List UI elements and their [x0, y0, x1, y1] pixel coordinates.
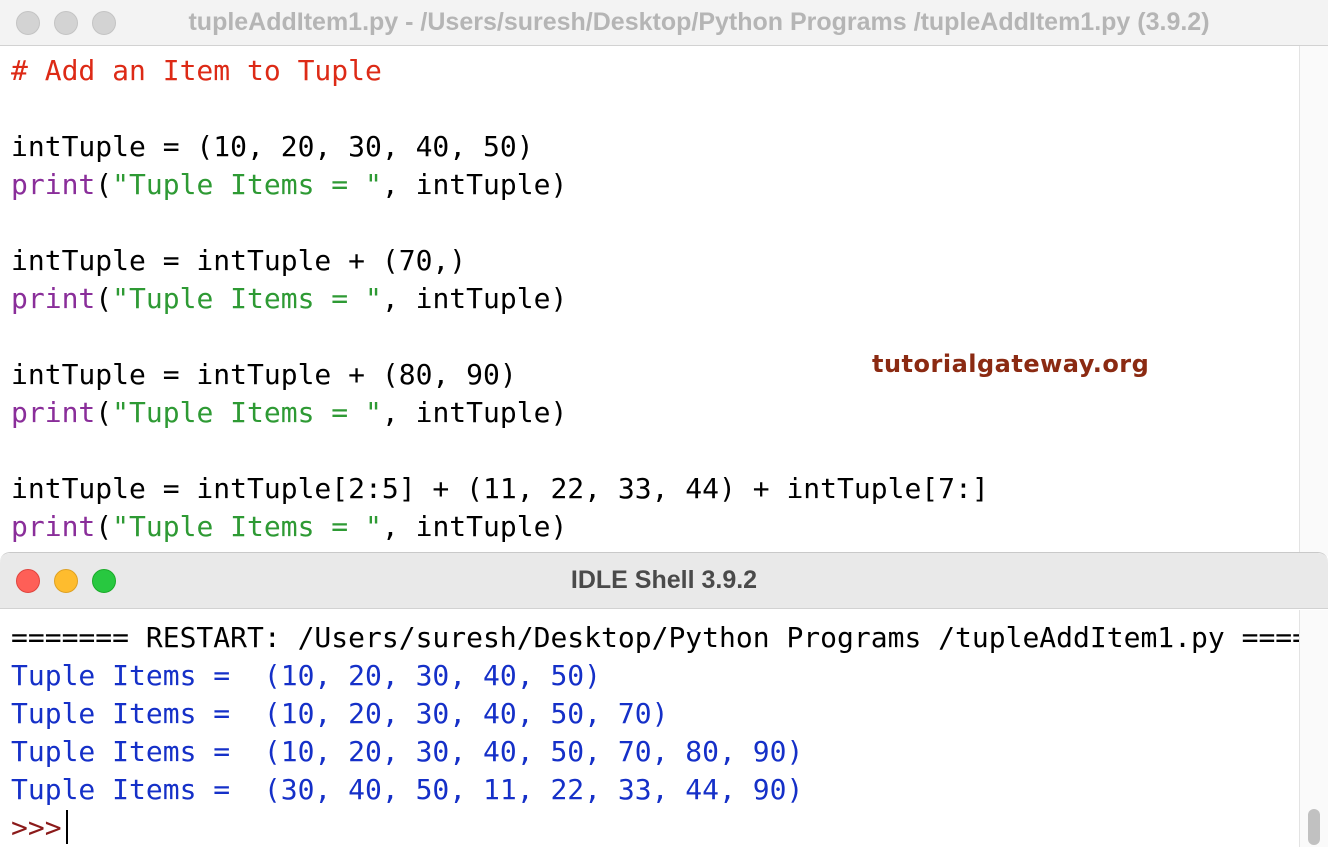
scrollbar-thumb[interactable] [1308, 809, 1320, 845]
code-text: ( [95, 282, 113, 315]
code-string: "Tuple Items = " [112, 282, 382, 315]
code-text: ( [95, 396, 113, 429]
code-text: , intTuple) [381, 282, 568, 315]
output-line: Tuple Items = (10, 20, 30, 40, 50, 70) [11, 697, 669, 730]
shell-output-area[interactable]: ======= RESTART: /Users/suresh/Desktop/P… [11, 619, 1328, 847]
editor-window: tupleAddItem1.py - /Users/suresh/Desktop… [0, 0, 1328, 556]
code-builtin: print [11, 168, 96, 201]
code-line: print("Tuple Items = ", intTuple) [11, 280, 989, 318]
code-text: intTuple = intTuple + (70,) [11, 244, 467, 277]
code-text: , intTuple) [381, 396, 568, 429]
editor-code-area[interactable]: # Add an Item to Tuple intTuple = (10, 20… [11, 52, 989, 546]
code-text: intTuple = (10, 20, 30, 40, 50) [11, 130, 534, 163]
code-line: print("Tuple Items = ", intTuple) [11, 508, 989, 546]
editor-titlebar[interactable]: tupleAddItem1.py - /Users/suresh/Desktop… [0, 0, 1328, 46]
output-line: Tuple Items = (10, 20, 30, 40, 50, 70, 8… [11, 735, 804, 768]
code-line: print("Tuple Items = ", intTuple) [11, 166, 989, 204]
shell-titlebar[interactable]: IDLE Shell 3.9.2 [0, 553, 1328, 609]
shell-scrollbar[interactable] [1299, 610, 1328, 847]
code-line: print("Tuple Items = ", intTuple) [11, 394, 989, 432]
editor-scrollbar[interactable] [1299, 46, 1328, 556]
code-builtin: print [11, 396, 96, 429]
output-line: Tuple Items = (10, 20, 30, 40, 50) [11, 659, 602, 692]
shell-title: IDLE Shell 3.9.2 [570, 566, 758, 594]
code-builtin: print [11, 510, 96, 543]
code-text: ( [95, 510, 113, 543]
output-line: Tuple Items = (30, 40, 50, 11, 22, 33, 4… [11, 773, 804, 806]
code-text: intTuple = intTuple + (80, 90) [11, 358, 517, 391]
code-text: ( [95, 168, 113, 201]
code-line: intTuple = (10, 20, 30, 40, 50) [11, 128, 989, 166]
code-text: , intTuple) [381, 168, 568, 201]
prompt-line[interactable]: >>> [11, 809, 1328, 847]
editor-title: tupleAddItem1.py - /Users/suresh/Desktop… [188, 8, 1210, 36]
code-line: intTuple = intTuple + (80, 90) [11, 356, 989, 394]
code-comment: # Add an Item to Tuple [11, 54, 382, 87]
code-text: intTuple = intTuple[2:5] + (11, 22, 33, … [11, 472, 989, 505]
code-text: , intTuple) [381, 510, 568, 543]
watermark-logo: tutorialgateway.org [872, 350, 1150, 378]
code-line: # Add an Item to Tuple [11, 52, 989, 90]
code-line: intTuple = intTuple[2:5] + (11, 22, 33, … [11, 470, 989, 508]
shell-prompt: >>> [11, 811, 62, 844]
text-cursor [65, 810, 68, 844]
code-string: "Tuple Items = " [112, 396, 382, 429]
restart-line: ======= RESTART: /Users/suresh/Desktop/P… [11, 621, 1328, 654]
code-builtin: print [11, 282, 96, 315]
code-string: "Tuple Items = " [112, 510, 382, 543]
shell-window: IDLE Shell 3.9.2 ======= RESTART: /Users… [0, 552, 1328, 847]
code-string: "Tuple Items = " [112, 168, 382, 201]
code-line: intTuple = intTuple + (70,) [11, 242, 989, 280]
